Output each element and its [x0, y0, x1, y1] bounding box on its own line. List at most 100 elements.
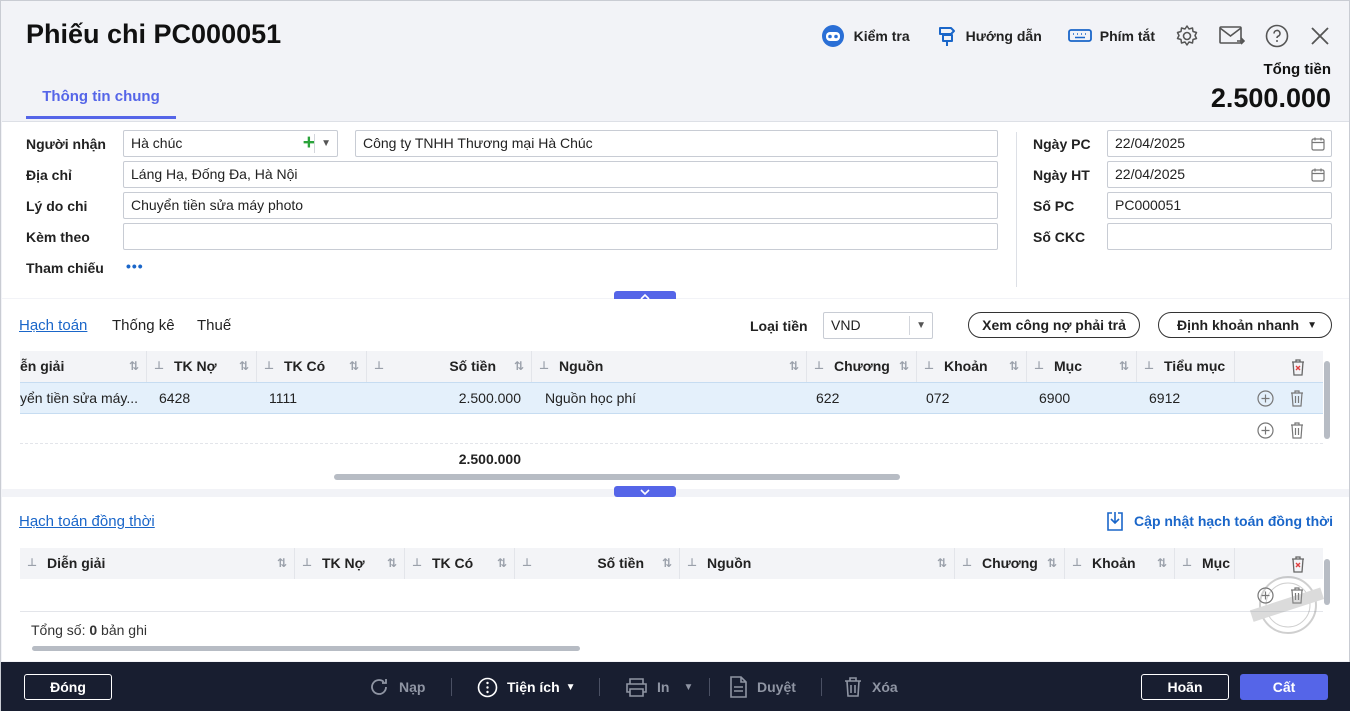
- address-input[interactable]: Láng Hạ, Đống Đa, Hà Nội: [123, 161, 998, 188]
- calendar-icon[interactable]: [1311, 168, 1325, 182]
- sort-icon[interactable]: ⇅: [239, 351, 249, 382]
- col-credit[interactable]: ⊥ TK Có ⇅: [405, 548, 515, 579]
- pin-icon[interactable]: ⊥: [1182, 548, 1192, 579]
- so-ckc-input[interactable]: [1107, 223, 1332, 250]
- pin-icon[interactable]: ⊥: [924, 351, 934, 382]
- vertical-scrollbar[interactable]: [1324, 361, 1330, 439]
- sort-icon[interactable]: ⇅: [899, 351, 909, 382]
- col-description[interactable]: ễn giải ⇅: [20, 351, 147, 382]
- table-row-empty[interactable]: [20, 414, 1323, 444]
- company-input[interactable]: Công ty TNHH Thương mại Hà Chúc: [355, 130, 998, 157]
- date-ht-input[interactable]: 22/04/2025: [1107, 161, 1332, 188]
- cell-amount[interactable]: 2.500.000: [367, 382, 521, 414]
- pin-icon[interactable]: ⊥: [962, 548, 972, 579]
- sort-icon[interactable]: ⇅: [789, 351, 799, 382]
- add-row-icon[interactable]: [1257, 422, 1274, 439]
- cell-chapter[interactable]: 622: [816, 382, 839, 414]
- pin-icon[interactable]: ⊥: [412, 548, 422, 579]
- so-pc-input[interactable]: PC000051: [1107, 192, 1332, 219]
- sort-icon[interactable]: ⇅: [497, 548, 507, 579]
- chevron-down-icon[interactable]: ▼: [321, 131, 331, 156]
- col-chapter[interactable]: ⊥ Chương ⇅: [955, 548, 1065, 579]
- reference-more-icon[interactable]: •••: [126, 258, 144, 274]
- add-row-icon[interactable]: [1257, 390, 1274, 407]
- pin-icon[interactable]: ⊥: [539, 351, 549, 382]
- cell-item[interactable]: 6900: [1039, 382, 1070, 414]
- cancel-button[interactable]: Hoãn: [1141, 674, 1229, 700]
- col-subitem[interactable]: ⊥ Tiểu mục: [1137, 351, 1235, 382]
- col-debit[interactable]: ⊥ TK Nợ ⇅: [147, 351, 257, 382]
- sort-icon[interactable]: ⇅: [662, 548, 672, 579]
- pin-icon[interactable]: ⊥: [264, 351, 274, 382]
- tab-accounting[interactable]: Hạch toán: [19, 317, 87, 334]
- save-button[interactable]: Cất: [1240, 674, 1328, 700]
- sort-icon[interactable]: ⇅: [129, 351, 139, 382]
- sort-icon[interactable]: ⇅: [1157, 548, 1167, 579]
- pin-icon[interactable]: ⊥: [1144, 351, 1154, 382]
- help-icon[interactable]: [1265, 24, 1289, 48]
- sort-icon[interactable]: ⇅: [349, 351, 359, 382]
- delete-button[interactable]: Xóa: [843, 674, 898, 700]
- reason-input[interactable]: Chuyển tiền sửa máy photo: [123, 192, 998, 219]
- sort-icon[interactable]: ⇅: [277, 548, 287, 579]
- delete-row-icon[interactable]: [1289, 421, 1305, 439]
- col-description[interactable]: ⊥ Diễn giải ⇅: [20, 548, 295, 579]
- col-source[interactable]: ⊥ Nguồn ⇅: [532, 351, 807, 382]
- recipient-input[interactable]: Hà chúc + ▼: [123, 130, 338, 157]
- sort-icon[interactable]: ⇅: [1119, 351, 1129, 382]
- concurrent-title[interactable]: Hạch toán đồng thời: [19, 513, 155, 530]
- sort-icon[interactable]: ⇅: [1047, 548, 1057, 579]
- pin-icon[interactable]: ⊥: [687, 548, 697, 579]
- calendar-icon[interactable]: [1311, 137, 1325, 151]
- pin-icon[interactable]: ⊥: [1034, 351, 1044, 382]
- scrollbar-thumb[interactable]: [334, 474, 900, 480]
- tab-tax[interactable]: Thuế: [197, 317, 231, 334]
- cell-debit[interactable]: 6428: [159, 382, 190, 414]
- settings-icon[interactable]: [1175, 24, 1199, 48]
- col-section[interactable]: ⊥ Khoản ⇅: [917, 351, 1027, 382]
- horizontal-scrollbar[interactable]: [20, 474, 1323, 480]
- cell-subitem[interactable]: 6912: [1149, 382, 1180, 414]
- pin-icon[interactable]: ⊥: [522, 548, 532, 579]
- reload-button[interactable]: Nạp: [368, 674, 425, 700]
- cell-source[interactable]: Nguồn học phí: [545, 382, 636, 414]
- pin-icon[interactable]: ⊥: [814, 351, 824, 382]
- col-item[interactable]: ⊥ Mục: [1175, 548, 1235, 579]
- sort-icon[interactable]: ⇅: [1009, 351, 1019, 382]
- view-debt-button[interactable]: Xem công nợ phải trả: [968, 312, 1140, 338]
- col-section[interactable]: ⊥ Khoản ⇅: [1065, 548, 1175, 579]
- horizontal-scrollbar[interactable]: [32, 646, 580, 651]
- update-concurrent-button[interactable]: Cập nhật hạch toán đồng thời: [1106, 511, 1333, 531]
- utilities-button[interactable]: Tiện ích ▼: [477, 674, 576, 700]
- close-button[interactable]: Đóng: [24, 674, 112, 700]
- guide-button[interactable]: Hướng dẫn: [936, 25, 1042, 47]
- col-amount[interactable]: ⊥ Số tiền ⇅: [515, 548, 680, 579]
- date-pc-input[interactable]: 22/04/2025: [1107, 130, 1332, 157]
- pin-icon[interactable]: ⊥: [27, 548, 37, 579]
- pin-icon[interactable]: ⊥: [302, 548, 312, 579]
- print-button[interactable]: In ▼: [625, 674, 693, 700]
- quick-entry-button[interactable]: Định khoản nhanh ▼: [1158, 312, 1332, 338]
- tab-statistics[interactable]: Thống kê: [112, 317, 175, 334]
- col-debit[interactable]: ⊥ TK Nợ ⇅: [295, 548, 405, 579]
- mail-icon[interactable]: [1219, 25, 1245, 47]
- approve-button[interactable]: Duyệt: [729, 674, 796, 700]
- close-icon[interactable]: [1309, 25, 1331, 47]
- tab-general-info[interactable]: Thông tin chung: [26, 77, 176, 119]
- pin-icon[interactable]: ⊥: [374, 351, 384, 382]
- table-row[interactable]: [20, 382, 1323, 414]
- table-row-empty[interactable]: [20, 579, 1323, 612]
- check-button[interactable]: Kiểm tra: [820, 23, 910, 49]
- sort-icon[interactable]: ⇅: [387, 548, 397, 579]
- col-chapter[interactable]: ⊥ Chương ⇅: [807, 351, 917, 382]
- sort-icon[interactable]: ⇅: [514, 351, 524, 382]
- shortcut-button[interactable]: Phím tắt: [1067, 28, 1155, 44]
- col-credit[interactable]: ⊥ TK Có ⇅: [257, 351, 367, 382]
- col-source[interactable]: ⊥ Nguồn ⇅: [680, 548, 955, 579]
- col-amount[interactable]: ⊥ Số tiền ⇅: [367, 351, 532, 382]
- cell-section[interactable]: 072: [926, 382, 949, 414]
- attach-input[interactable]: [123, 223, 998, 250]
- pin-icon[interactable]: ⊥: [154, 351, 164, 382]
- cell-description[interactable]: yển tiền sửa máy...: [20, 382, 144, 414]
- expand-grid-button[interactable]: [614, 486, 676, 497]
